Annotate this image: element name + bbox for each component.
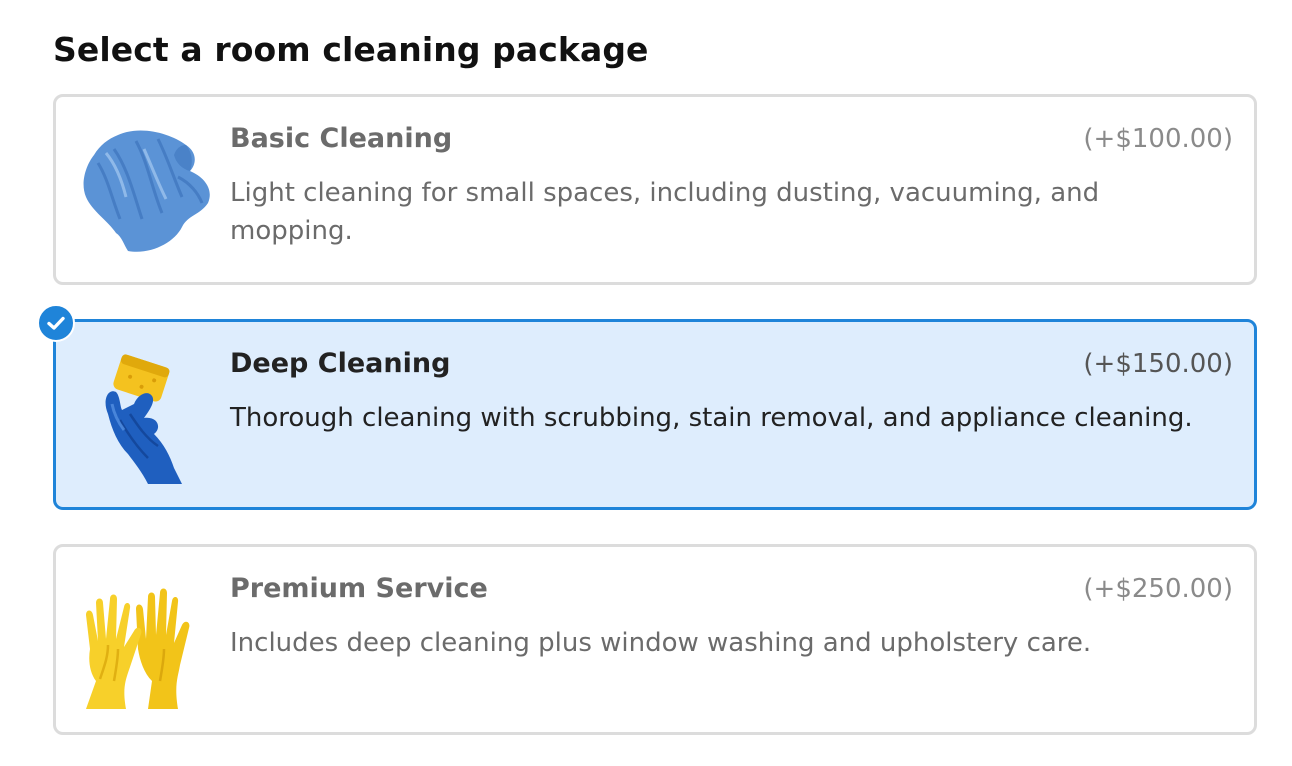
sponge-glove-image — [78, 344, 218, 484]
package-price: (+$100.00) — [1083, 124, 1233, 154]
yellow-gloves-image — [78, 569, 218, 709]
package-description: Includes deep cleaning plus window washi… — [230, 628, 1092, 658]
package-option-deep-cleaning[interactable]: Deep Cleaning (+$150.00) Thorough cleani… — [37, 304, 1257, 510]
page-title: Select a room cleaning package — [53, 30, 649, 69]
package-title: Deep Cleaning — [230, 348, 451, 379]
package-option-basic-cleaning[interactable]: Basic Cleaning (+$100.00) Light cleaning… — [53, 94, 1257, 285]
cloth-image — [78, 119, 218, 259]
package-price: (+$150.00) — [1083, 349, 1233, 379]
package-option-premium-service[interactable]: Premium Service (+$250.00) Includes deep… — [53, 544, 1257, 735]
package-title: Basic Cleaning — [230, 123, 453, 154]
package-price: (+$250.00) — [1083, 574, 1233, 604]
package-description: Thorough cleaning with scrubbing, stain … — [230, 403, 1193, 433]
package-description: Light cleaning for small spaces, includi… — [230, 178, 1100, 246]
checkmark-icon — [37, 304, 75, 342]
package-title: Premium Service — [230, 573, 488, 604]
